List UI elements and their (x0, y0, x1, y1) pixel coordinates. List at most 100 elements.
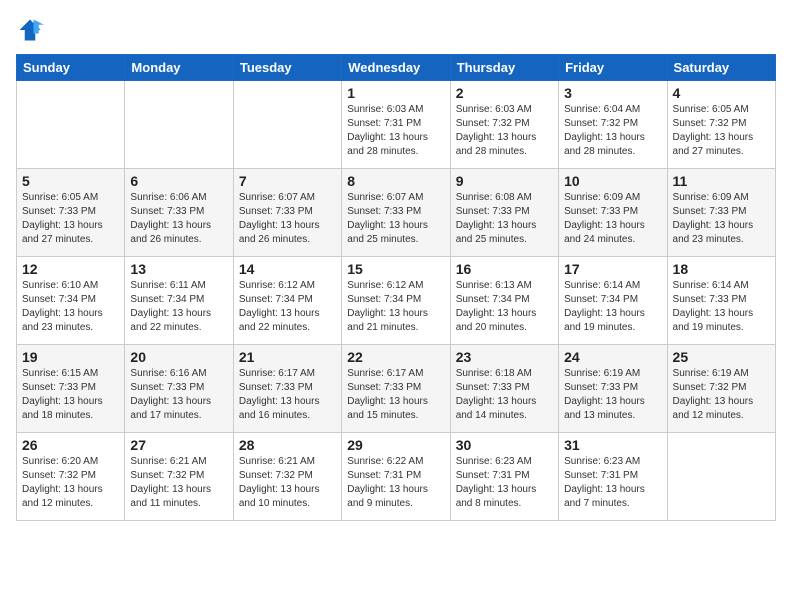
calendar-cell (233, 81, 341, 169)
calendar-cell: 5 Sunrise: 6:05 AM Sunset: 7:33 PM Daylig… (17, 169, 125, 257)
day-info: Sunrise: 6:06 AM Sunset: 7:33 PM Dayligh… (130, 191, 227, 247)
day-info: Sunrise: 6:04 AM Sunset: 7:32 PM Dayligh… (564, 103, 661, 159)
calendar-cell: 14Sunrise: 6:12 AM Sunset: 7:34 PM Dayli… (233, 257, 341, 345)
calendar-cell (667, 433, 775, 521)
weekday-header-row: SundayMondayTuesdayWednesdayThursdayFrid… (17, 55, 776, 81)
day-info: Sunrise: 6:05 AM Sunset: 7:32 PM Dayligh… (673, 103, 770, 159)
calendar-cell: 10 Sunrise: 6:09 AM Sunset: 7:33 PM Dayli… (559, 169, 667, 257)
calendar-cell: 30Sunrise: 6:23 AM Sunset: 7:31 PM Dayli… (450, 433, 558, 521)
calendar-cell: 25Sunrise: 6:19 AM Sunset: 7:32 PM Dayli… (667, 345, 775, 433)
day-number: 9 (456, 173, 553, 189)
day-info: Sunrise: 6:20 AM Sunset: 7:32 PM Dayligh… (22, 455, 119, 511)
calendar-cell: 1 Sunrise: 6:03 AM Sunset: 7:31 PM Daylig… (342, 81, 450, 169)
day-number: 21 (239, 349, 336, 365)
calendar-cell: 19Sunrise: 6:15 AM Sunset: 7:33 PM Dayli… (17, 345, 125, 433)
calendar-week-row: 26 Sunrise: 6:20 AM Sunset: 7:32 PM Dayli… (17, 433, 776, 521)
weekday-header: Sunday (17, 55, 125, 81)
day-number: 6 (130, 173, 227, 189)
day-number: 2 (456, 85, 553, 101)
calendar-cell: 24 Sunrise: 6:19 AM Sunset: 7:33 PM Dayli… (559, 345, 667, 433)
page-header (16, 16, 776, 44)
day-info: Sunrise: 6:08 AM Sunset: 7:33 PM Dayligh… (456, 191, 553, 247)
day-info: Sunrise: 6:05 AM Sunset: 7:33 PM Dayligh… (22, 191, 119, 247)
day-number: 29 (347, 437, 444, 453)
weekday-header: Thursday (450, 55, 558, 81)
day-info: Sunrise: 6:23 AM Sunset: 7:31 PM Dayligh… (564, 455, 661, 511)
day-info: Sunrise: 6:17 AM Sunset: 7:33 PM Dayligh… (239, 367, 336, 423)
calendar-cell: 9 Sunrise: 6:08 AM Sunset: 7:33 PM Daylig… (450, 169, 558, 257)
calendar-cell: 16Sunrise: 6:13 AM Sunset: 7:34 PM Dayli… (450, 257, 558, 345)
day-number: 8 (347, 173, 444, 189)
day-info: Sunrise: 6:11 AM Sunset: 7:34 PM Dayligh… (130, 279, 227, 335)
calendar-cell: 6 Sunrise: 6:06 AM Sunset: 7:33 PM Daylig… (125, 169, 233, 257)
day-info: Sunrise: 6:12 AM Sunset: 7:34 PM Dayligh… (347, 279, 444, 335)
day-number: 22 (347, 349, 444, 365)
calendar-cell: 2 Sunrise: 6:03 AM Sunset: 7:32 PM Daylig… (450, 81, 558, 169)
day-info: Sunrise: 6:10 AM Sunset: 7:34 PM Dayligh… (22, 279, 119, 335)
day-number: 25 (673, 349, 770, 365)
calendar-cell: 4 Sunrise: 6:05 AM Sunset: 7:32 PM Daylig… (667, 81, 775, 169)
calendar-cell: 8 Sunrise: 6:07 AM Sunset: 7:33 PM Daylig… (342, 169, 450, 257)
calendar-cell: 20Sunrise: 6:16 AM Sunset: 7:33 PM Dayli… (125, 345, 233, 433)
day-info: Sunrise: 6:21 AM Sunset: 7:32 PM Dayligh… (130, 455, 227, 511)
day-number: 10 (564, 173, 661, 189)
calendar-cell: 12 Sunrise: 6:10 AM Sunset: 7:34 PM Dayli… (17, 257, 125, 345)
calendar-cell: 27 Sunrise: 6:21 AM Sunset: 7:32 PM Dayli… (125, 433, 233, 521)
calendar-cell: 22Sunrise: 6:17 AM Sunset: 7:33 PM Dayli… (342, 345, 450, 433)
calendar-cell: 13 Sunrise: 6:11 AM Sunset: 7:34 PM Dayli… (125, 257, 233, 345)
calendar-cell: 28Sunrise: 6:21 AM Sunset: 7:32 PM Dayli… (233, 433, 341, 521)
day-number: 12 (22, 261, 119, 277)
calendar-cell: 17 Sunrise: 6:14 AM Sunset: 7:34 PM Dayli… (559, 257, 667, 345)
weekday-header: Saturday (667, 55, 775, 81)
calendar-cell (125, 81, 233, 169)
calendar-cell: 15 Sunrise: 6:12 AM Sunset: 7:34 PM Dayli… (342, 257, 450, 345)
weekday-header: Monday (125, 55, 233, 81)
day-info: Sunrise: 6:03 AM Sunset: 7:32 PM Dayligh… (456, 103, 553, 159)
day-number: 26 (22, 437, 119, 453)
day-info: Sunrise: 6:21 AM Sunset: 7:32 PM Dayligh… (239, 455, 336, 511)
calendar-week-row: 19Sunrise: 6:15 AM Sunset: 7:33 PM Dayli… (17, 345, 776, 433)
day-number: 3 (564, 85, 661, 101)
day-info: Sunrise: 6:07 AM Sunset: 7:33 PM Dayligh… (347, 191, 444, 247)
calendar-cell: 29 Sunrise: 6:22 AM Sunset: 7:31 PM Dayli… (342, 433, 450, 521)
calendar-cell: 31Sunrise: 6:23 AM Sunset: 7:31 PM Dayli… (559, 433, 667, 521)
day-info: Sunrise: 6:14 AM Sunset: 7:33 PM Dayligh… (673, 279, 770, 335)
day-number: 18 (673, 261, 770, 277)
day-number: 5 (22, 173, 119, 189)
day-number: 11 (673, 173, 770, 189)
calendar-cell: 18 Sunrise: 6:14 AM Sunset: 7:33 PM Dayli… (667, 257, 775, 345)
day-number: 20 (130, 349, 227, 365)
calendar-cell: 11 Sunrise: 6:09 AM Sunset: 7:33 PM Dayli… (667, 169, 775, 257)
day-number: 1 (347, 85, 444, 101)
calendar-cell (17, 81, 125, 169)
day-number: 30 (456, 437, 553, 453)
calendar-week-row: 12 Sunrise: 6:10 AM Sunset: 7:34 PM Dayli… (17, 257, 776, 345)
calendar-cell: 26 Sunrise: 6:20 AM Sunset: 7:32 PM Dayli… (17, 433, 125, 521)
day-info: Sunrise: 6:09 AM Sunset: 7:33 PM Dayligh… (564, 191, 661, 247)
day-number: 23 (456, 349, 553, 365)
day-number: 27 (130, 437, 227, 453)
weekday-header: Wednesday (342, 55, 450, 81)
calendar-cell: 3 Sunrise: 6:04 AM Sunset: 7:32 PM Daylig… (559, 81, 667, 169)
day-number: 19 (22, 349, 119, 365)
day-number: 13 (130, 261, 227, 277)
day-number: 24 (564, 349, 661, 365)
day-info: Sunrise: 6:18 AM Sunset: 7:33 PM Dayligh… (456, 367, 553, 423)
day-info: Sunrise: 6:09 AM Sunset: 7:33 PM Dayligh… (673, 191, 770, 247)
day-number: 17 (564, 261, 661, 277)
day-number: 16 (456, 261, 553, 277)
day-number: 14 (239, 261, 336, 277)
calendar-cell: 23 Sunrise: 6:18 AM Sunset: 7:33 PM Dayli… (450, 345, 558, 433)
calendar-cell: 21 Sunrise: 6:17 AM Sunset: 7:33 PM Dayli… (233, 345, 341, 433)
day-info: Sunrise: 6:19 AM Sunset: 7:33 PM Dayligh… (564, 367, 661, 423)
day-number: 15 (347, 261, 444, 277)
calendar-cell: 7Sunrise: 6:07 AM Sunset: 7:33 PM Daylig… (233, 169, 341, 257)
day-number: 7 (239, 173, 336, 189)
day-number: 4 (673, 85, 770, 101)
day-info: Sunrise: 6:22 AM Sunset: 7:31 PM Dayligh… (347, 455, 444, 511)
weekday-header: Friday (559, 55, 667, 81)
calendar-week-row: 5 Sunrise: 6:05 AM Sunset: 7:33 PM Daylig… (17, 169, 776, 257)
day-info: Sunrise: 6:14 AM Sunset: 7:34 PM Dayligh… (564, 279, 661, 335)
day-info: Sunrise: 6:03 AM Sunset: 7:31 PM Dayligh… (347, 103, 444, 159)
calendar-table: SundayMondayTuesdayWednesdayThursdayFrid… (16, 54, 776, 521)
